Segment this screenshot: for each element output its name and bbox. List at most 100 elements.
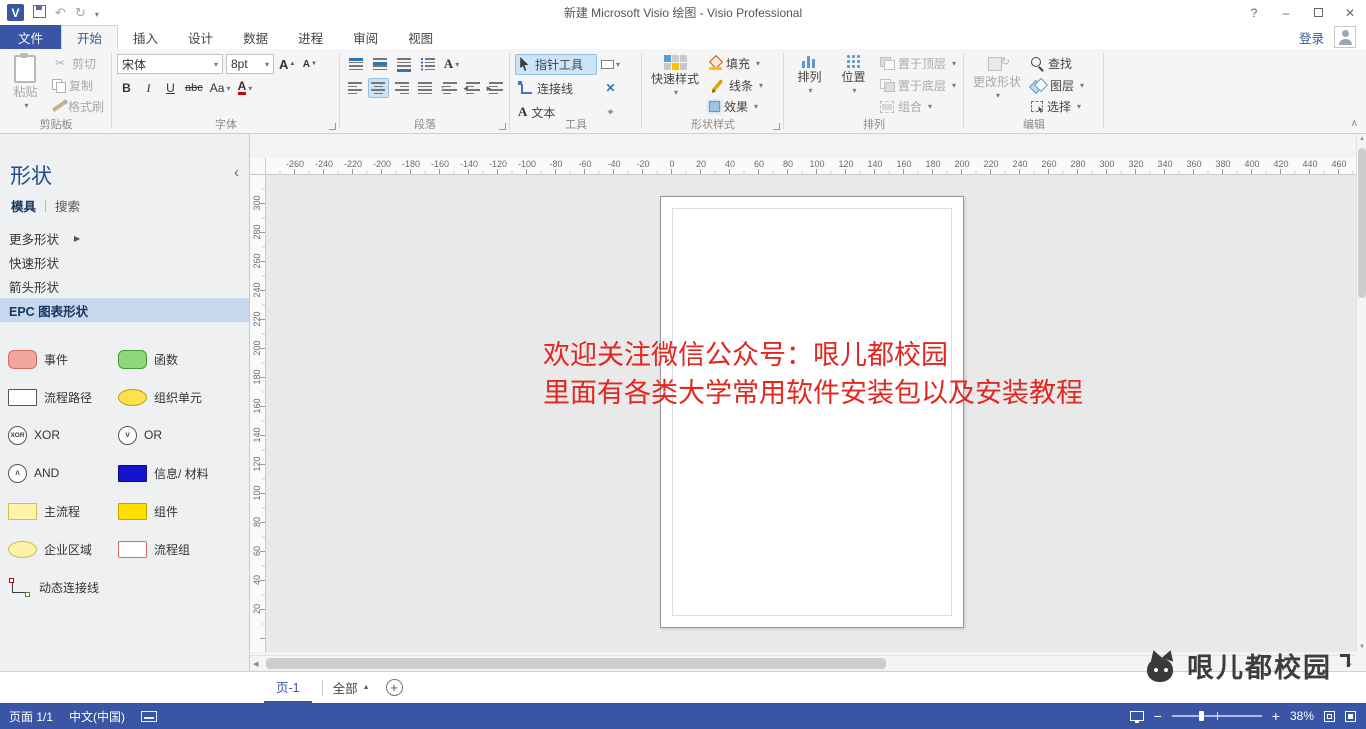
close-button[interactable]: ✕	[1334, 0, 1366, 25]
fit-page-icon[interactable]	[1324, 710, 1335, 722]
stencil-item-function[interactable]: 函数	[118, 348, 247, 370]
tab-home[interactable]: 开始	[61, 25, 119, 49]
dialog-launcher-icon[interactable]	[329, 123, 336, 130]
group-button[interactable]: 组合 ▾	[877, 96, 959, 117]
stencil-item-dynamic-connector[interactable]: 动态连接线	[8, 576, 116, 598]
minimize-button[interactable]: –	[1270, 0, 1302, 25]
sidebar-item-arrow-shapes[interactable]: 箭头形状	[0, 274, 249, 298]
vertical-scroll-thumb[interactable]	[1358, 148, 1366, 298]
page-tab-1[interactable]: 页-1	[264, 672, 312, 703]
canvas-text[interactable]: 欢迎关注微信公众号：哏儿都校园 里面有各类大学常用软件安装包以及安装教程	[543, 337, 1083, 413]
stencil-item-component[interactable]: 组件	[118, 500, 247, 522]
effects-button[interactable]: 效果 ▾	[706, 96, 766, 117]
decrease-indent-button[interactable]: ◂	[461, 78, 481, 98]
stencil-item-process-group[interactable]: 流程组	[118, 538, 247, 560]
avatar[interactable]	[1334, 26, 1356, 48]
change-case-button[interactable]: Aa ▾	[208, 78, 233, 98]
layers-button[interactable]: 图层 ▾	[1028, 75, 1087, 96]
collapse-panel-icon[interactable]: ‹	[234, 164, 239, 181]
shrink-font-button[interactable]: A ▼	[300, 54, 319, 74]
fullscreen-icon[interactable]	[1345, 710, 1356, 722]
align-bottom-button[interactable]	[393, 54, 414, 74]
zoom-in-button[interactable]: +	[1272, 709, 1280, 723]
zoom-out-button[interactable]: −	[1154, 709, 1162, 723]
visio-logo-icon[interactable]: V	[7, 4, 24, 21]
save-button[interactable]	[33, 5, 46, 20]
vertical-scrollbar[interactable]: ▲ ▼	[1356, 134, 1366, 652]
font-name-select[interactable]: 宋体 ▾	[117, 54, 223, 74]
underline-button[interactable]: U	[161, 78, 180, 98]
stencil-item-info-material[interactable]: 信息/ 材料	[118, 462, 247, 484]
justify-button[interactable]	[415, 78, 435, 98]
scroll-down-icon[interactable]: ▼	[1357, 644, 1366, 650]
align-left-button[interactable]	[345, 78, 365, 98]
grow-font-button[interactable]: A ▲	[277, 54, 297, 74]
maximize-button[interactable]	[1302, 0, 1334, 25]
text-direction-button[interactable]: A ▾	[441, 54, 462, 74]
stencil-item-main-process[interactable]: 主流程	[8, 500, 116, 522]
tab-file[interactable]: 文件	[0, 25, 62, 49]
stencil-item-process-path[interactable]: 流程路径	[8, 386, 116, 408]
align-right-button[interactable]	[392, 78, 412, 98]
fill-button[interactable]: 填充 ▾	[706, 53, 766, 74]
connector-tool-button[interactable]: 连接线	[515, 78, 597, 99]
font-color-button[interactable]: A ▾	[235, 78, 254, 98]
help-button[interactable]: ?	[1238, 0, 1270, 25]
tab-view[interactable]: 视图	[393, 25, 448, 49]
align-top-button[interactable]	[345, 54, 366, 74]
rectangle-tool-button[interactable]: ▾	[600, 54, 621, 74]
tab-process[interactable]: 进程	[283, 25, 338, 49]
quick-styles-button[interactable]: 快速样式 ▾	[647, 52, 703, 117]
line-button[interactable]: 线条 ▾	[706, 75, 766, 96]
align-button[interactable]: 排列 ▾	[789, 52, 830, 117]
redo-button[interactable]: ↻	[75, 6, 86, 19]
sidebar-item-quick-shapes[interactable]: 快速形状	[0, 250, 249, 274]
stencil-item-or[interactable]: V OR	[118, 424, 247, 446]
stencil-item-org-unit[interactable]: 组织单元	[118, 386, 247, 408]
tab-insert[interactable]: 插入	[118, 25, 173, 49]
zoom-level[interactable]: 38%	[1290, 709, 1314, 723]
stencil-item-event[interactable]: 事件	[8, 348, 116, 370]
position-button[interactable]: 位置 ▾	[833, 52, 874, 117]
pointer-tool-button[interactable]: 指针工具	[515, 53, 597, 75]
format-painter-button[interactable]: 格式刷	[49, 96, 107, 117]
align-middle-button[interactable]	[369, 54, 390, 74]
macro-record-icon[interactable]	[141, 710, 158, 722]
connection-point-tool-button[interactable]: ✕	[600, 78, 621, 98]
paste-button[interactable]: 粘贴 ▾	[5, 52, 46, 117]
align-center-button[interactable]	[368, 78, 389, 98]
add-page-button[interactable]: +	[385, 679, 403, 696]
copy-button[interactable]: 复制	[49, 75, 107, 96]
send-to-back-button[interactable]: 置于底层 ▾	[877, 75, 959, 96]
change-shape-button[interactable]: 更改形状 ▾	[969, 52, 1025, 117]
find-button[interactable]: 查找	[1028, 53, 1087, 74]
zoom-slider-thumb[interactable]	[1198, 711, 1204, 721]
bold-button[interactable]: B	[117, 78, 136, 98]
zoom-slider[interactable]	[1171, 710, 1262, 722]
all-pages-button[interactable]: 全部 ▲	[333, 678, 370, 697]
strikethrough-button[interactable]: abc	[183, 78, 205, 98]
font-size-select[interactable]: 8pt ▾	[226, 54, 274, 74]
select-button[interactable]: 选择 ▾	[1028, 96, 1087, 117]
bring-to-front-button[interactable]: 置于顶层 ▾	[877, 53, 959, 74]
dialog-launcher-icon[interactable]	[773, 123, 780, 130]
sidebar-item-more-shapes[interactable]: 更多形状 ▶	[0, 226, 249, 250]
cut-button[interactable]: ✂ 剪切	[49, 53, 107, 74]
sidebar-item-epc-shapes[interactable]: EPC 图表形状	[0, 298, 249, 322]
undo-button[interactable]: ↶	[55, 6, 66, 19]
sign-in-link[interactable]: 登录	[1299, 25, 1324, 49]
stencil-item-and[interactable]: Λ AND	[8, 462, 116, 484]
presentation-mode-icon[interactable]	[1129, 711, 1144, 723]
tab-data[interactable]: 数据	[228, 25, 283, 49]
scroll-up-icon[interactable]: ▲	[1357, 136, 1366, 142]
bullets-button[interactable]	[417, 54, 438, 74]
tab-design[interactable]: 设计	[173, 25, 228, 49]
horizontal-scroll-thumb[interactable]	[266, 658, 886, 669]
scroll-left-icon[interactable]: ◀	[253, 660, 258, 668]
status-page-indicator[interactable]: 页面 1/1	[9, 708, 53, 725]
tab-review[interactable]: 审阅	[338, 25, 393, 49]
dialog-launcher-icon[interactable]	[499, 123, 506, 130]
tab-stencils[interactable]: 模具	[11, 196, 36, 215]
italic-button[interactable]: I	[139, 78, 158, 98]
stencil-item-enterprise-area[interactable]: 企业区域	[8, 538, 116, 560]
